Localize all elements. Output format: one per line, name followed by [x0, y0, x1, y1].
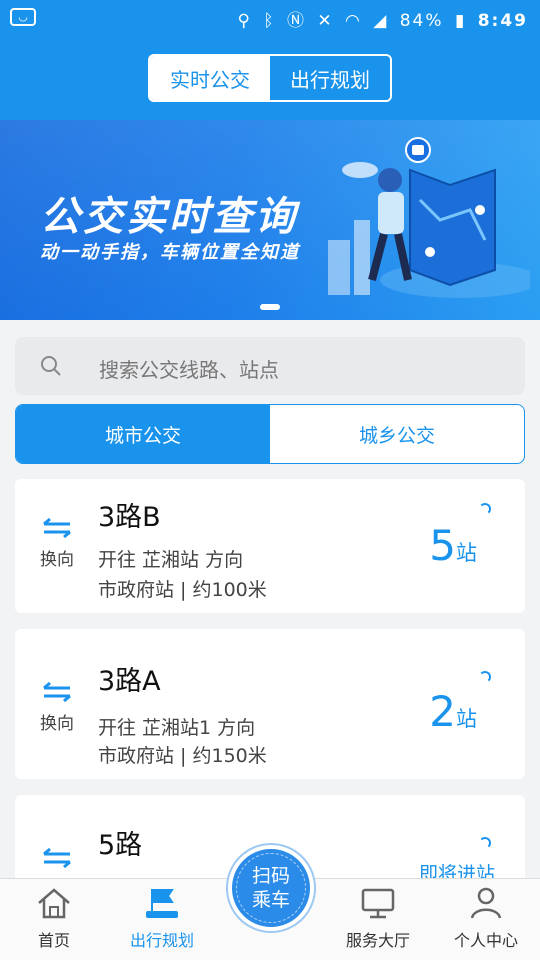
wifi-icon: ◠	[345, 11, 362, 31]
route-name: 3路B	[98, 502, 161, 533]
nav-trip-planning[interactable]: 出行规划	[108, 885, 216, 951]
location-icon: ⚲	[237, 11, 252, 31]
home-icon	[38, 888, 70, 919]
route-stop-distance: 市政府站 | 约100米	[98, 579, 267, 601]
search-bar[interactable]: 搜索公交线路、站点	[15, 337, 525, 395]
banner-illustration	[328, 137, 530, 298]
nav-service-hall-label: 服务大厅	[345, 931, 410, 950]
swap-label: 换向	[40, 714, 74, 734]
route-name: 3路A	[98, 666, 161, 697]
swap-direction-button[interactable]: 换向	[37, 681, 77, 734]
tab-realtime-bus[interactable]: 实时公交	[150, 56, 270, 100]
loading-spinner-icon	[479, 671, 491, 683]
route-name: 5路	[98, 830, 143, 861]
tab-rural-bus[interactable]: 城乡公交	[270, 405, 524, 463]
eta-unit: 站	[456, 707, 477, 731]
flag-icon	[146, 889, 178, 918]
route-direction: 开往 芷湘站1 方向	[98, 717, 256, 739]
nav-home-label: 首页	[37, 931, 70, 950]
eta-stops: 5站	[429, 521, 477, 570]
top-header: ◡ ⚲ ᛒ Ⓝ ✕ ◠ ◢ 84% ▮ 8:49 实时公交 出行规划	[0, 0, 540, 120]
ghost-icon: ◡	[10, 8, 36, 26]
nfc-icon: Ⓝ	[286, 11, 306, 31]
eta-number: 5	[429, 521, 456, 570]
route-card[interactable]: 换向 3路A 开往 芷湘站1 方向 市政府站 | 约150米 2站	[15, 629, 525, 779]
nav-trip-planning-label: 出行规划	[129, 931, 194, 950]
eta-number: 2	[429, 687, 456, 736]
monitor-icon	[361, 888, 395, 919]
clock: 8:49	[477, 11, 528, 31]
search-placeholder: 搜索公交线路、站点	[99, 358, 279, 382]
loading-spinner-icon	[479, 837, 491, 849]
status-icons: ⚲ ᛒ Ⓝ ✕ ◠ ◢ 84% ▮ 8:49	[233, 6, 528, 31]
route-stop-distance: 市政府站 | 约150米	[98, 745, 267, 767]
route-direction: 开往 芷湘站 方向	[98, 549, 244, 571]
search-icon	[41, 356, 61, 376]
bus-type-tabs: 城市公交 城乡公交	[15, 404, 525, 464]
banner-title: 公交实时查询	[40, 194, 298, 240]
route-card[interactable]: 换向 3路B 开往 芷湘站 方向 市政府站 | 约100米 5站	[15, 479, 525, 613]
bluetooth-icon: ᛒ	[263, 11, 276, 31]
banner-subtitle: 动一动手指，车辆位置全知道	[40, 242, 300, 263]
person-icon	[470, 887, 502, 919]
swap-icon	[43, 847, 71, 869]
eta-unit: 站	[456, 541, 477, 565]
mute-icon: ✕	[317, 11, 334, 31]
loading-spinner-icon	[479, 503, 491, 515]
tab-trip-planning[interactable]: 出行规划	[270, 56, 390, 100]
nav-profile-label: 个人中心	[453, 931, 518, 950]
scan-to-ride-button[interactable]: 扫码 乘车	[228, 845, 314, 931]
scan-button-ring	[236, 853, 306, 923]
eta-stops: 2站	[429, 687, 477, 736]
carousel-indicator[interactable]	[260, 304, 280, 310]
status-bar: ◡ ⚲ ᛒ Ⓝ ✕ ◠ ◢ 84% ▮ 8:49	[0, 0, 540, 36]
header-segmented-control: 实时公交 出行规划	[148, 54, 392, 102]
tab-city-bus[interactable]: 城市公交	[16, 405, 270, 463]
swap-direction-button[interactable]: 换向	[37, 517, 77, 570]
nav-service-hall[interactable]: 服务大厅	[324, 885, 432, 951]
battery-percent: 84%	[399, 11, 444, 31]
swap-icon	[43, 681, 71, 703]
nav-profile[interactable]: 个人中心	[432, 885, 540, 951]
swap-icon	[43, 517, 71, 539]
nav-home[interactable]: 首页	[0, 885, 108, 951]
signal-icon: ◢	[373, 11, 389, 31]
battery-icon: ▮	[454, 11, 467, 31]
swap-label: 换向	[40, 550, 74, 570]
promo-banner[interactable]: 公交实时查询 动一动手指，车辆位置全知道	[0, 120, 540, 320]
